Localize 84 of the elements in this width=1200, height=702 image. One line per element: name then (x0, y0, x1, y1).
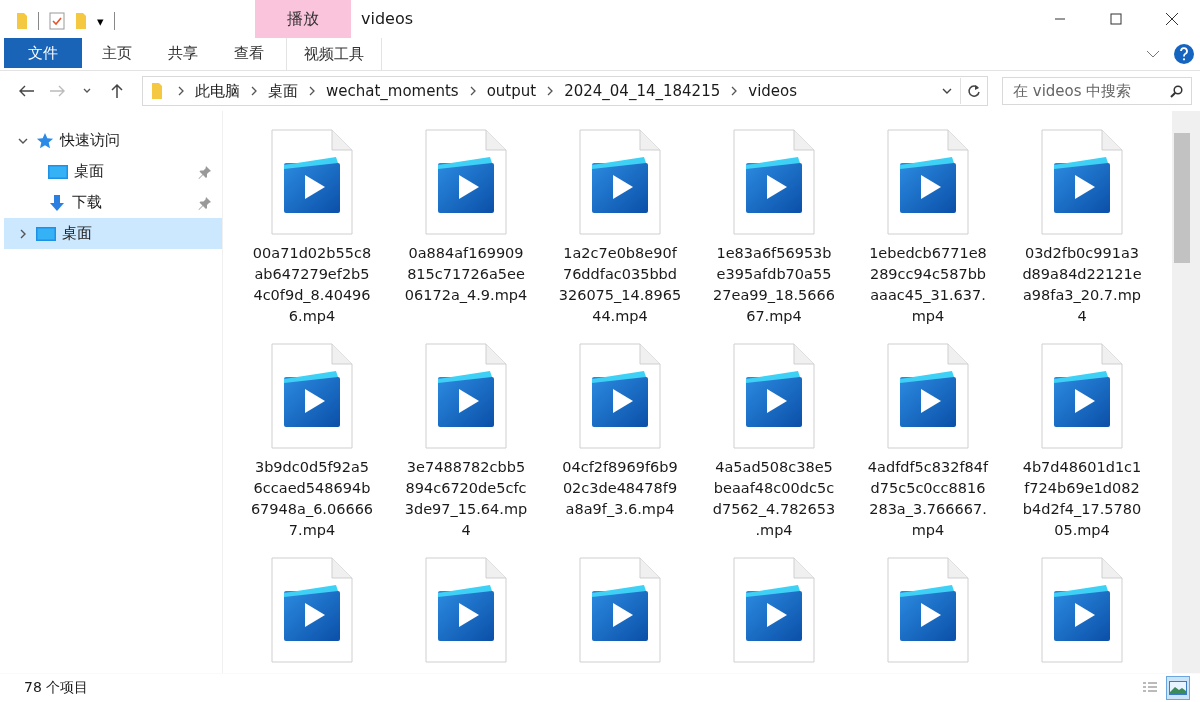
sidebar-label: 桌面 (62, 224, 93, 243)
sidebar-label: 下载 (72, 193, 103, 212)
breadcrumb-chevron-icon[interactable] (308, 86, 316, 96)
file-name[interactable]: 4adfdf5c832f84f d75c5c0cc8816 283a_3.766667. mp4 (867, 457, 989, 541)
item-count: 78 个项目 (24, 679, 89, 697)
landscape-thumbnail-icon[interactable] (1169, 681, 1187, 695)
ribbon-tab[interactable]: 查看 (218, 38, 280, 68)
collapsed-chevron-icon[interactable] (18, 228, 28, 239)
file-name[interactable]: 0a884af169909 815c71726a5ee 06172a_4.9.mp4 (404, 243, 528, 306)
desktop-icon (48, 163, 68, 180)
video-file-icon[interactable] (579, 129, 661, 235)
sidebar-item[interactable]: 快速访问 (4, 125, 222, 156)
video-file-icon[interactable] (887, 129, 969, 235)
sidebar-item[interactable]: 桌面 (0, 156, 222, 187)
file-name[interactable]: 04cf2f8969f6b9 02c3de48478f9 a8a9f_3.6.mp4 (562, 457, 678, 520)
checklist-icon[interactable] (49, 12, 65, 30)
file-name[interactable]: 3b9dc0d5f92a5 6ccaed548694b 67948a_6.06666 7.mp4 (250, 457, 374, 541)
sidebar-item[interactable]: 桌面 (4, 218, 222, 249)
dropdown-icon[interactable] (942, 87, 952, 95)
breadcrumb[interactable]: wechat_moments (322, 78, 463, 104)
breadcrumb-chevron-icon[interactable] (468, 86, 477, 96)
video-file-icon[interactable] (271, 557, 353, 663)
expand-ribbon-icon[interactable] (1146, 49, 1160, 59)
back-arrow-icon[interactable] (19, 85, 35, 97)
file-name[interactable]: 3e7488782cbb5 894c6720de5cfc 3de97_15.64.mp 4 (404, 457, 528, 541)
pin-icon[interactable] (198, 195, 212, 210)
video-file-icon[interactable] (579, 343, 661, 449)
file-name[interactable]: 4a5ad508c38e5 beaaf48c00dc5c d7562_4.782653 .mp4 (712, 457, 836, 541)
ribbon-tab[interactable]: 视频工具 (286, 38, 382, 70)
help-icon[interactable] (1174, 44, 1194, 64)
file-name[interactable]: 00a71d02b55c8 ab647279ef2b5 4c0f9d_8.40496 6.mp4 (252, 243, 372, 327)
video-file-icon[interactable] (271, 343, 353, 449)
maximize-icon[interactable] (1110, 13, 1122, 25)
video-file-icon[interactable] (1041, 557, 1123, 663)
refresh-icon[interactable] (967, 84, 981, 98)
sidebar-item[interactable]: 下载 (0, 187, 222, 218)
video-file-icon[interactable] (733, 129, 815, 235)
desktop-icon (36, 225, 56, 242)
sidebar-label: 快速访问 (60, 131, 121, 150)
video-file-icon[interactable] (887, 343, 969, 449)
breadcrumb-chevron-icon[interactable] (250, 86, 258, 96)
address-bar[interactable]: 此电脑 桌面 wechat_moments output 2024_04_14_184215 videos (142, 76, 988, 106)
close-icon[interactable] (1165, 12, 1179, 26)
scroll-thumb[interactable] (1174, 133, 1190, 263)
context-tab-group: 播放 (255, 0, 351, 38)
sidebar-label: 桌面 (74, 162, 105, 181)
file-name[interactable]: 1ebedcb6771e8 289cc94c587bb aaac45_31.637. mp4 (869, 243, 987, 327)
pin-icon[interactable] (198, 164, 212, 179)
ribbon-tab[interactable]: 共享 (152, 38, 214, 68)
star-icon (36, 131, 54, 150)
video-file-icon[interactable] (425, 129, 507, 235)
video-file-icon[interactable] (1041, 129, 1123, 235)
download-arrow-icon (48, 193, 66, 212)
video-file-icon[interactable] (1041, 343, 1123, 449)
search-field[interactable]: 在 videos 中搜索 (1002, 77, 1192, 105)
video-file-icon[interactable] (733, 557, 815, 663)
large-icons-view-button[interactable] (1166, 676, 1190, 700)
folder-icon (151, 82, 163, 100)
video-file-icon[interactable] (425, 557, 507, 663)
breadcrumb-chevron-icon[interactable] (546, 86, 555, 96)
breadcrumb[interactable]: videos (744, 78, 802, 104)
breadcrumb[interactable]: output (482, 78, 541, 104)
file-name[interactable]: 1e83a6f56953b e395afdb70a55 27ea99_18.5666 67.mp4 (713, 243, 835, 327)
file-name[interactable]: 03d2fb0c991a3 d89a84d22121e a98fa3_20.7.mp 4 (1022, 243, 1142, 327)
breadcrumb[interactable]: 2024_04_14_184215 (560, 78, 725, 104)
ribbon-tab[interactable]: 主页 (86, 38, 148, 68)
breadcrumb[interactable]: 桌面 (264, 78, 302, 104)
breadcrumb[interactable]: 此电脑 (191, 78, 244, 104)
breadcrumb-chevron-icon[interactable] (177, 86, 185, 96)
window-title: videos (361, 8, 414, 28)
video-file-icon[interactable] (579, 557, 661, 663)
video-file-icon[interactable] (887, 557, 969, 663)
chevron-down-icon[interactable] (83, 88, 91, 94)
file-name[interactable]: 1a2c7e0b8e90f 76ddfac035bbd 326075_14.8965 44.mp4 (558, 243, 682, 327)
breadcrumb-chevron-icon[interactable] (730, 86, 739, 96)
video-file-icon[interactable] (733, 343, 815, 449)
ribbon-tab[interactable]: 文件 (4, 38, 82, 68)
up-arrow-icon[interactable] (111, 83, 123, 99)
search-icon[interactable] (1170, 84, 1183, 98)
video-file-icon[interactable] (425, 343, 507, 449)
video-file-icon[interactable] (271, 129, 353, 235)
file-name[interactable]: 4b7d48601d1c1 f724b69e1d082 b4d2f4_17.5780 05.mp4 (1022, 457, 1142, 541)
customize-dropdown[interactable]: ▾ (97, 13, 104, 29)
scrollbar[interactable] (1172, 111, 1200, 673)
